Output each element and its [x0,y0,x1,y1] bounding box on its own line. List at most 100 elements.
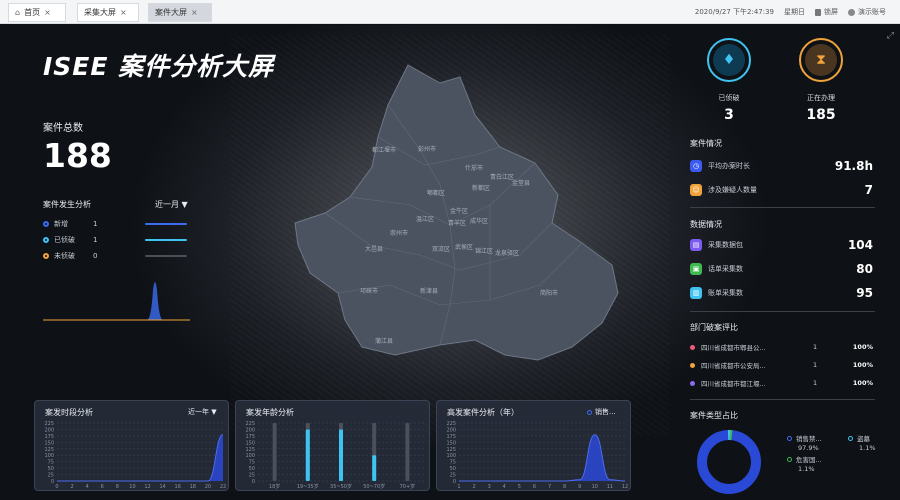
fullscreen-icon[interactable]: ⤢ [887,31,894,41]
x-tick-label: 12 [144,484,150,490]
legend-dot [787,456,792,462]
police-icon: ♦ [713,44,745,76]
solved-label: 已侦破 [718,94,740,102]
bar-track [405,423,410,481]
y-tick-label: 225 [44,421,54,427]
y-tick-label: 175 [446,434,456,440]
y-tick-label: 175 [44,434,54,440]
lock-icon [815,8,821,16]
x-tick-label: 3 [488,484,491,490]
map-label: 双流区 [432,245,450,253]
x-tick-label: 20 [205,484,211,490]
map-label: 彭州市 [418,145,436,153]
y-tick-label: 25 [450,473,456,479]
x-tick-label: 2 [70,484,73,490]
bar-track [272,423,277,481]
age-panel: 案发年龄分析 0 25 50 75 100 125 150 175 200 225 18岁 19~35… [235,400,430,491]
legend-dot [43,253,49,259]
legend-bar [145,223,187,225]
account-menu[interactable]: 演示账号 [848,7,886,17]
y-tick-label: 150 [446,440,456,446]
x-tick-label: 35~50岁 [330,483,352,490]
legend-dot [43,221,49,227]
dept-pct: 100% [852,343,873,351]
map-label: 都江堰市 [372,146,396,154]
y-tick-label: 0 [51,479,54,485]
y-tick-label: 75 [249,460,255,466]
suspect-icon: ☺ [690,184,702,196]
donut-legend-item: 销售禁... [787,433,822,443]
total-cases-label: 案件总数 [43,123,83,134]
y-tick-label: 25 [249,473,255,479]
legend-new: 新增 1 [43,219,187,229]
map-label: 蒲江县 [375,337,393,345]
x-tick-label: 1 [457,484,460,490]
dept-name: 四川省成都市公安局... [701,362,766,370]
y-tick-label: 100 [245,453,255,459]
tab-collection-screen[interactable]: 采集大屏 × [77,3,139,22]
area-series [459,434,625,481]
legend-label: 未侦破 [54,252,75,260]
dept-ratio-title: 部门破案评比 [690,323,738,332]
x-tick-label: 14 [159,484,165,490]
tab-label: 案件大屏 [155,8,187,17]
high-incidence-chart: 02550751001251501752002251 2 3 4 5 6 7 8 9 10 11 12 [446,421,628,490]
metric-label: 涉及嫌疑人数量 [708,186,757,194]
x-tick-label: 4 [86,484,89,490]
topbar-status: 2020/9/27 下午2:47:39 星期日 锁屏 演示账号 [695,0,886,24]
metric-call-records: ▣ 话单采集数 80 [690,261,875,277]
close-icon[interactable]: × [120,8,127,17]
metric-value: 7 [864,183,873,197]
y-tick-label: 50 [249,466,255,472]
legend-label: 危害国... [796,456,822,464]
account-label: 演示账号 [858,8,886,16]
y-tick-label: 200 [44,427,54,433]
y-tick-label: 225 [446,421,456,427]
lock-screen-button[interactable]: 锁屏 [815,7,838,17]
map-label: 武侯区 [455,243,473,251]
close-icon[interactable]: × [191,8,198,17]
y-tick-label: 200 [245,427,255,433]
map-label: 青白江区 [490,173,514,181]
map-label: 锦江区 [475,247,493,255]
map-label: 金牛区 [450,207,468,215]
solved-value: 3 [724,107,734,123]
y-tick-label: 75 [450,460,456,466]
y-tick-label: 125 [446,447,456,453]
line-series [56,434,224,482]
x-tick-label: 7 [548,484,551,490]
weekday: 星期日 [784,8,805,16]
y-tick-label: 125 [44,447,54,453]
x-tick-label: 22 [220,484,226,490]
tab-home[interactable]: ⌂ 首页 × [8,3,66,22]
occurrence-range-select[interactable]: 近一月 ▼ [155,199,188,210]
y-tick-label: 100 [44,453,54,459]
metric-data-packets: ▤ 采集数据包 104 [690,237,875,253]
map-label: 龙泉驿区 [495,249,519,257]
metric-avg-duration: ◷ 平均办案时长 91.8h [690,158,875,174]
y-tick-label: 100 [446,453,456,459]
legend-bar [145,255,187,257]
time-period-panel: 案发时段分析 近一年 ▼ 0 25 50 75 100 125 150 175 200 225 0 2… [34,400,229,491]
in-progress-value: 185 [806,107,836,123]
x-tick-label: 5 [518,484,521,490]
dept-row: 四川省成都市都江堰... 1 100% [690,377,875,389]
map-label: 青羊区 [448,219,466,227]
lock-label: 锁屏 [824,8,838,16]
close-icon[interactable]: × [44,8,51,17]
in-progress-badge: ⧗ [799,38,843,82]
tab-case-screen[interactable]: 案件大屏 × [148,3,212,22]
legend-label: 新增 [54,220,68,228]
map-label: 新津县 [420,287,438,295]
occurrence-sparkline [43,282,190,321]
solved-badge: ♦ [707,38,751,82]
dept-count: 1 [813,343,818,351]
bar [339,429,343,481]
page-title: ISEE 案件分析大屏 [43,52,275,81]
user-icon [848,8,855,16]
dept-name: 四川省成都市都江堰... [701,380,766,388]
y-tick-label: 75 [48,460,54,466]
hourglass-icon: ⧗ [805,44,837,76]
legend-value: 1.1% [859,444,876,452]
district-map[interactable]: 彭州市 都江堰市 什邡市 郫都区 新都区 青白江区 金堂县 温江区 成华区 金牛… [290,55,620,365]
